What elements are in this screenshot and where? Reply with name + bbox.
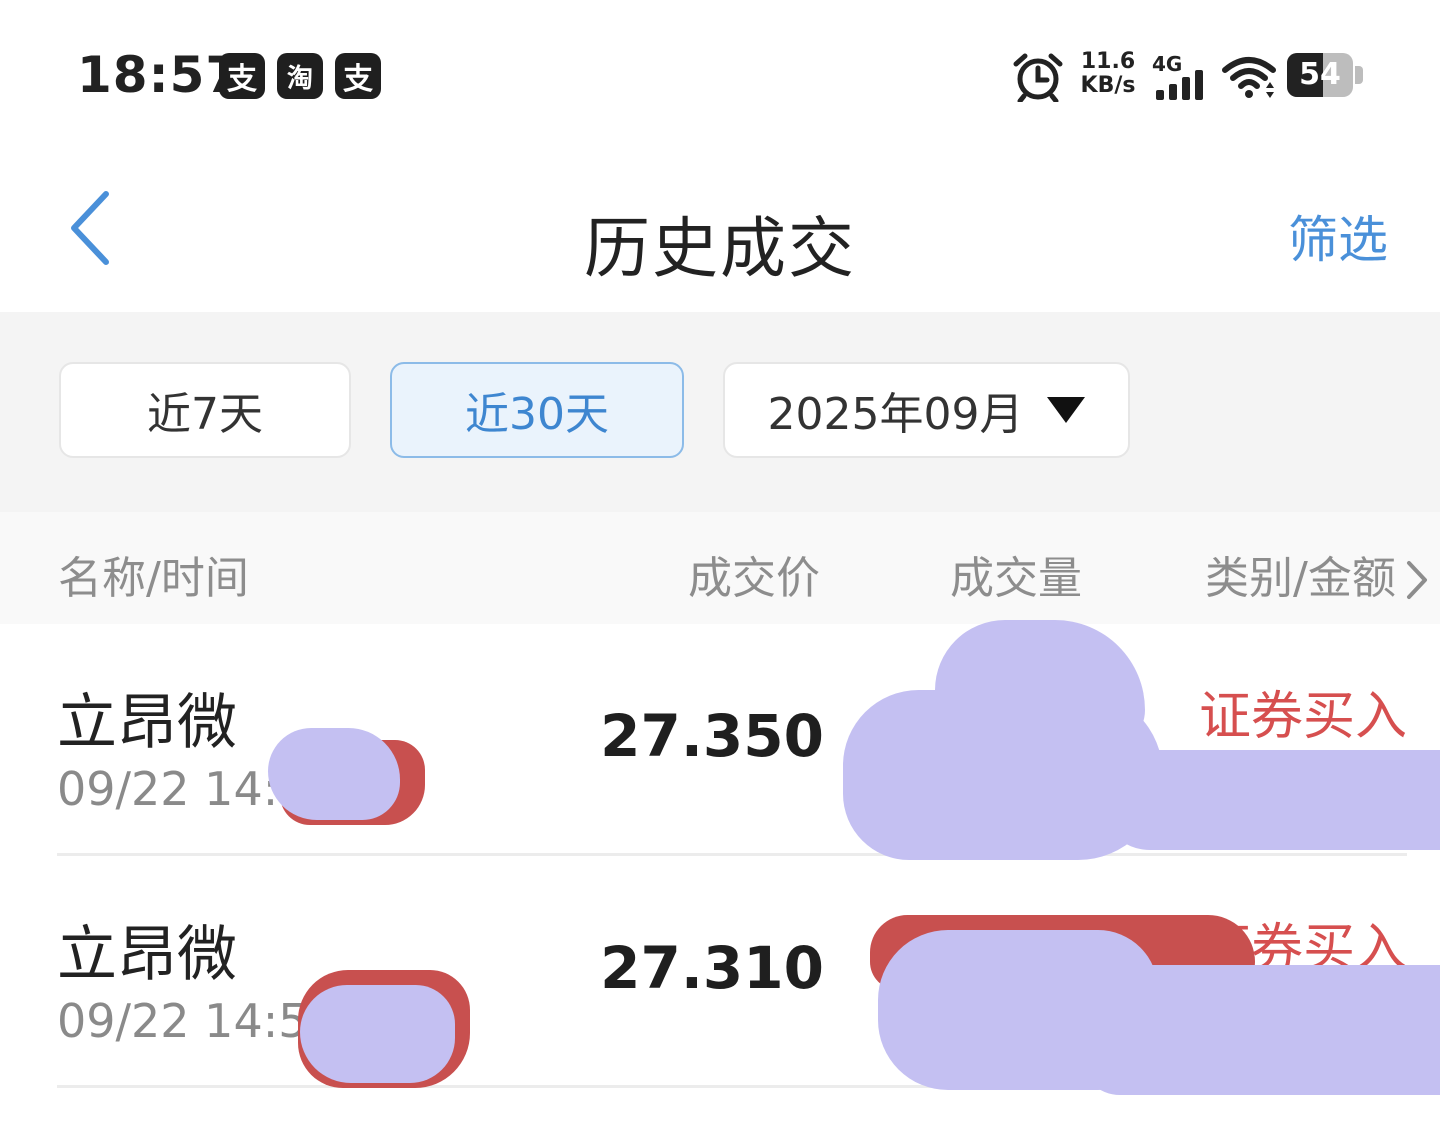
redaction-mark [1080,965,1440,1095]
range-selector: 近7天 近30天 2025年09月 [0,312,1440,512]
trade-category: 证券买入 [1198,687,1407,747]
range-30-days-button[interactable]: 近30天 [390,362,684,458]
column-price: 成交价 [688,553,820,604]
redaction-mark [300,985,455,1083]
trade-price: 27.310 [600,934,824,1002]
signal-icon [1156,70,1203,100]
column-name-time: 名称/时间 [58,553,249,604]
alipay-icon: 支 [219,53,265,99]
column-volume: 成交量 [950,553,1082,604]
alarm-icon [1013,53,1063,102]
stock-name: 立昂微 [57,920,237,990]
trade-time: 09/22 14:51 [57,994,337,1048]
month-picker-button[interactable]: 2025年09月 [723,362,1130,458]
clock: 18:57 [77,46,242,104]
status-bar: 18:57 支 淘 支 11.6 KB/s 4G 54 [0,0,1440,150]
alipay-icon: 支 [335,53,381,99]
redaction-mark [1100,750,1440,850]
trade-price: 27.350 [600,702,824,770]
column-headers: 名称/时间 成交价 成交量 类别/金额 [0,512,1440,624]
network-speed: 11.6 KB/s [1080,49,1136,98]
stock-name: 立昂微 [57,688,237,758]
wifi-icon [1222,57,1276,98]
chevron-right-icon[interactable] [1405,560,1429,600]
nav-header: 历史成交 筛选 [0,150,1440,312]
page-title: 历史成交 [584,210,856,287]
battery-tip [1355,66,1363,84]
filter-button[interactable]: 筛选 [1288,200,1388,272]
caret-down-icon [1047,397,1086,423]
range-7-days-button[interactable]: 近7天 [59,362,351,458]
taobao-icon: 淘 [277,53,323,99]
redaction-mark [268,728,400,820]
battery-indicator: 54 [1287,53,1353,97]
column-category-amount[interactable]: 类别/金额 [1205,542,1396,606]
